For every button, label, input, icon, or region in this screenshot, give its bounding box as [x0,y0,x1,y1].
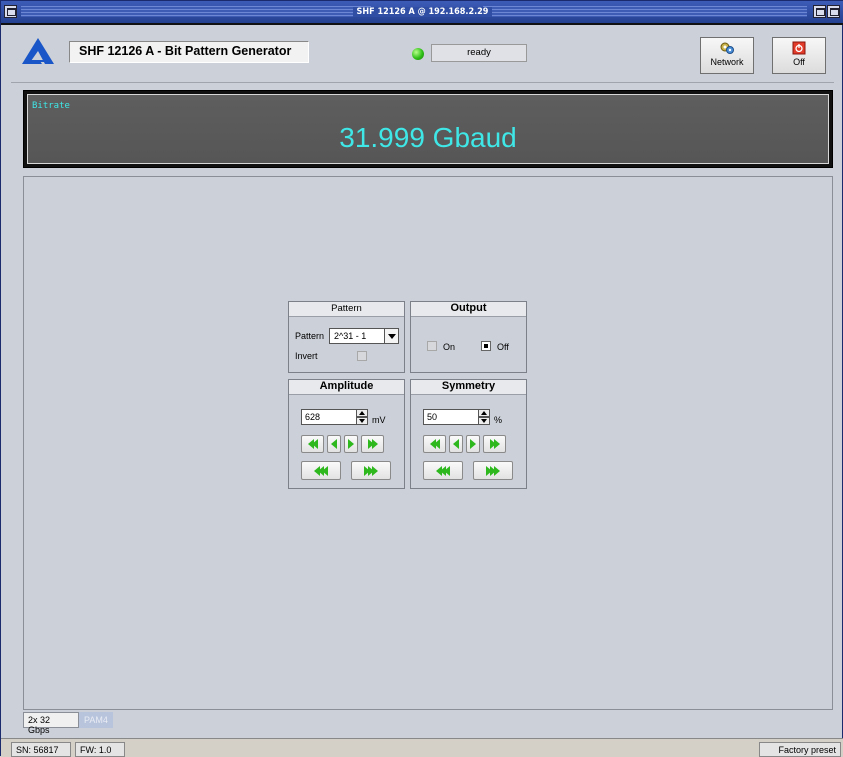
amplitude-fastest-decrease-button[interactable] [301,461,341,480]
status-text: ready [431,44,527,62]
output-header: Output [411,302,526,317]
maximize-icon[interactable] [827,5,840,18]
spinner-down-icon[interactable] [356,417,368,425]
symmetry-spinner[interactable] [478,409,490,425]
amplitude-increase-button[interactable] [344,435,358,453]
tab-pam4[interactable]: PAM4 [79,712,113,728]
power-icon [792,41,806,55]
output-group: Output On Off [410,301,527,373]
amplitude-header: Amplitude [289,380,404,395]
bitrate-label: Bitrate [32,101,70,111]
shf-logo-icon [22,38,54,64]
pattern-group: Pattern Pattern 2^31 - 1 Invert [288,301,405,373]
symmetry-decrease-button[interactable] [449,435,463,453]
symmetry-header: Symmetry [411,380,526,395]
status-bar: SN: 56817 FW: 1.0 Factory preset [1,738,843,757]
pattern-select-value: 2^31 - 1 [334,331,367,341]
symmetry-unit: % [494,415,503,425]
amplitude-fastest-increase-button[interactable] [351,461,391,480]
app-title: SHF 12126 A - Bit Pattern Generator [69,41,309,63]
title-bar[interactable]: SHF 12126 A @ 192.168.2.29 [1,1,843,25]
symmetry-input[interactable]: 50 [423,409,479,425]
output-off-label: Off [497,342,509,352]
bitrate-value: 31.999 Gbaud [339,122,517,153]
header-bar: SHF 12126 A - Bit Pattern Generator read… [11,27,834,83]
bitrate-display: Bitrate 31.999 Gbaud [23,90,833,168]
symmetry-fastest-decrease-button[interactable] [423,461,463,480]
symmetry-value: 50 [427,412,438,422]
right-arrow-icon [348,439,354,449]
pattern-header: Pattern [289,302,404,317]
status-led-icon [412,48,424,60]
network-button-label: Network [710,57,744,67]
preset-status: Factory preset [759,742,841,757]
right-arrow-icon [470,439,476,449]
amplitude-spinner[interactable] [356,409,368,425]
symmetry-fastest-increase-button[interactable] [473,461,513,480]
network-gears-icon [720,42,734,54]
symmetry-fast-increase-button[interactable] [483,435,506,453]
chevron-down-icon[interactable] [384,329,398,343]
off-button-label: Off [793,57,805,67]
left-arrow-icon [331,439,337,449]
amplitude-fast-increase-button[interactable] [361,435,384,453]
main-panel: Pattern Pattern 2^31 - 1 Invert Output O… [23,176,833,710]
output-on-label: On [443,342,456,352]
left-arrow-icon [453,439,459,449]
output-off-radio[interactable] [481,341,491,351]
amplitude-decrease-button[interactable] [327,435,341,453]
firmware-version: FW: 1.0 [75,742,125,757]
symmetry-fast-decrease-button[interactable] [423,435,446,453]
tab-2x-32-gbps[interactable]: 2x 32 Gbps [23,712,79,735]
amplitude-input[interactable]: 628 [301,409,357,425]
minimize-icon[interactable] [813,5,826,18]
output-on-radio[interactable] [427,341,437,351]
invert-checkbox[interactable] [357,351,367,361]
spinner-up-icon[interactable] [356,409,368,417]
off-button[interactable]: Off [772,37,826,74]
serial-number: SN: 56817 [11,742,71,757]
application-window: SHF 12126 A @ 192.168.2.29 SHF 12126 A -… [0,0,843,757]
amplitude-group: Amplitude 628 mV [288,379,405,489]
spinner-down-icon[interactable] [478,417,490,425]
symmetry-increase-button[interactable] [466,435,480,453]
pattern-select[interactable]: 2^31 - 1 [329,328,399,344]
network-button[interactable]: Network [700,37,754,74]
amplitude-unit: mV [372,415,386,425]
symmetry-group: Symmetry 50 % [410,379,527,489]
amplitude-fast-decrease-button[interactable] [301,435,324,453]
amplitude-value: 628 [305,412,321,422]
spinner-up-icon[interactable] [478,409,490,417]
invert-label: Invert [295,351,318,361]
pattern-label: Pattern [295,331,325,341]
window-title: SHF 12126 A @ 192.168.2.29 [352,7,493,17]
